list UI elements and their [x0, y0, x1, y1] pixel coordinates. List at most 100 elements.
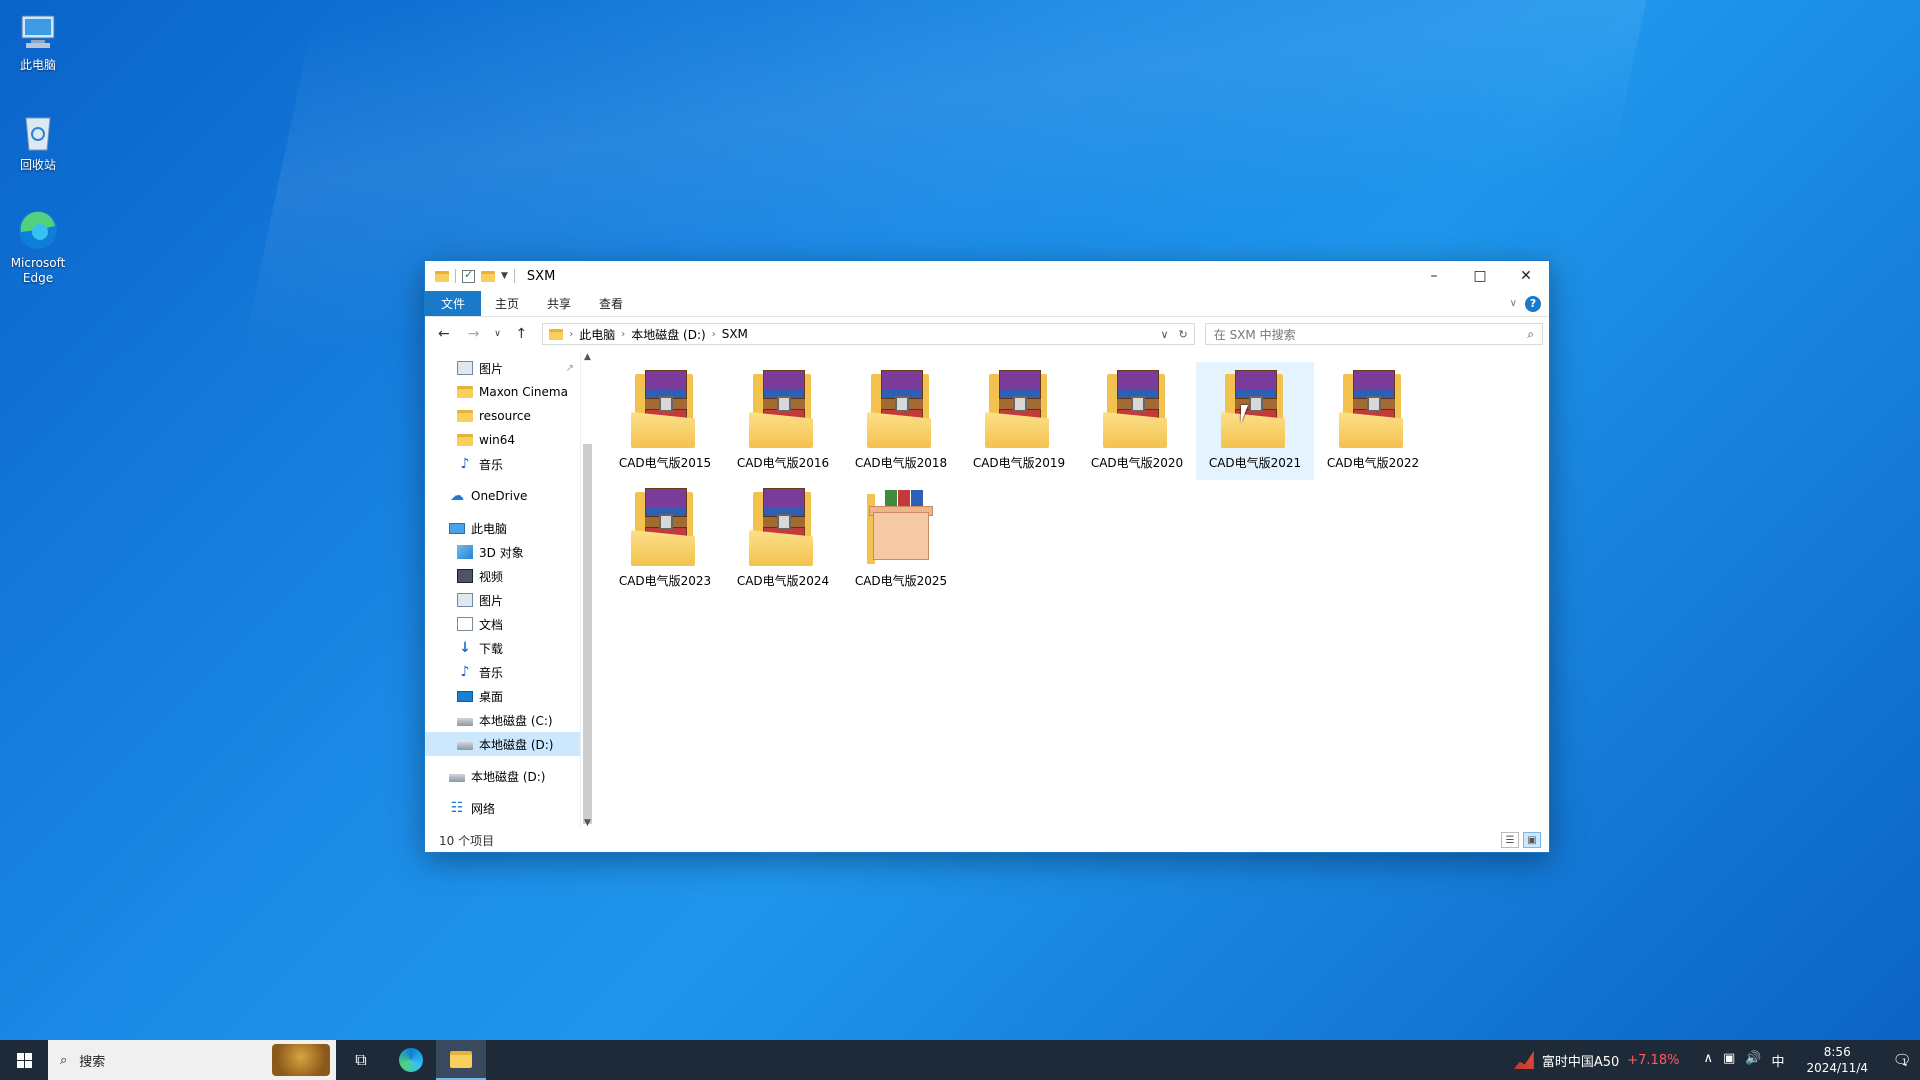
- chevron-right-icon[interactable]: ›: [712, 329, 716, 340]
- close-button[interactable]: ✕: [1503, 261, 1549, 291]
- scrollbar-thumb[interactable]: [583, 444, 592, 824]
- explorer-window: ▼ SXM – □ ✕ 文件 主页 共享 查看 ∨ ? ← → ∨ ↑ › 此电…: [424, 260, 1550, 853]
- nav-item-music[interactable]: ♪ 音乐: [425, 452, 580, 476]
- nav-item-this-pc[interactable]: 此电脑: [425, 516, 580, 540]
- file-item-hovered[interactable]: CAD电气版2021: [1196, 362, 1314, 480]
- stock-change: +7.18%: [1627, 1052, 1680, 1068]
- minimize-button[interactable]: –: [1411, 261, 1457, 291]
- file-item[interactable]: CAD电气版2015: [606, 362, 724, 480]
- breadcrumb-this-pc[interactable]: 此电脑: [579, 326, 615, 343]
- file-item[interactable]: CAD电气版2020: [1078, 362, 1196, 480]
- file-item[interactable]: CAD电气版2025: [842, 480, 960, 598]
- nav-item-drive-d-root[interactable]: 本地磁盘 (D:): [425, 764, 580, 788]
- winrar-archive-folder-icon: [749, 368, 817, 448]
- search-box[interactable]: 在 SXM 中搜索 ⌕: [1204, 323, 1543, 345]
- tab-file[interactable]: 文件: [425, 291, 482, 316]
- nav-scrollbar[interactable]: ▲ ▼: [580, 352, 594, 828]
- nav-item-drive-d[interactable]: 本地磁盘 (D:): [425, 732, 580, 756]
- taskbar-edge-button[interactable]: [386, 1040, 436, 1080]
- file-item[interactable]: CAD电气版2016: [724, 362, 842, 480]
- ime-indicator[interactable]: 中: [1771, 1051, 1784, 1070]
- tab-share[interactable]: 共享: [533, 291, 585, 316]
- breadcrumb-sxm[interactable]: SXM: [722, 327, 748, 341]
- nav-item-videos[interactable]: 视频: [425, 564, 580, 588]
- folder-icon: [549, 328, 564, 340]
- help-button[interactable]: ?: [1525, 295, 1541, 312]
- scroll-up-arrow-icon[interactable]: ▲: [581, 352, 594, 362]
- back-button[interactable]: ←: [431, 326, 457, 342]
- desktop-icon-this-pc[interactable]: 此电脑: [6, 10, 70, 73]
- nav-item-network[interactable]: ☷ 网络: [425, 796, 580, 820]
- recent-locations-chevron-icon[interactable]: ∨: [491, 329, 505, 339]
- file-item[interactable]: CAD电气版2023: [606, 480, 724, 598]
- item-count: 10 个项目: [439, 833, 495, 848]
- volume-icon[interactable]: 🔊: [1745, 1051, 1761, 1070]
- refresh-icon[interactable]: ↻: [1179, 328, 1188, 341]
- taskbar: ⌕ 搜索 ⧉ 富时中国A50 +7.18% ∧ ▣ 🔊 中 8:56 2024/…: [0, 1040, 1920, 1080]
- breadcrumb-drive-d[interactable]: 本地磁盘 (D:): [631, 326, 705, 343]
- taskbar-search-box[interactable]: ⌕ 搜索: [48, 1040, 336, 1080]
- file-name: CAD电气版2020: [1090, 456, 1184, 470]
- tab-home[interactable]: 主页: [481, 291, 533, 316]
- show-hidden-icons-chevron-icon[interactable]: ∧: [1703, 1051, 1713, 1070]
- cloud-icon: ☁: [450, 488, 464, 504]
- large-icons-view-icon[interactable]: ▣: [1523, 832, 1541, 848]
- status-bar: 10 个项目 ☰ ▣: [425, 828, 1549, 852]
- nav-item-pictures-pc[interactable]: 图片: [425, 588, 580, 612]
- tab-view[interactable]: 查看: [585, 291, 637, 316]
- window-title: SXM: [526, 268, 556, 284]
- nav-item-3d-objects[interactable]: 3D 对象: [425, 540, 580, 564]
- scroll-down-arrow-icon[interactable]: ▼: [581, 818, 594, 828]
- file-item[interactable]: CAD电气版2019: [960, 362, 1078, 480]
- nav-label: 图片: [479, 361, 504, 376]
- desktop-icon-recycle-bin[interactable]: 回收站: [6, 110, 70, 173]
- computer-icon: [16, 10, 60, 54]
- nav-item-onedrive[interactable]: ☁ OneDrive: [425, 484, 580, 508]
- file-item[interactable]: CAD电气版2024: [724, 480, 842, 598]
- nav-label: 图片: [479, 593, 504, 608]
- new-folder-icon[interactable]: [481, 270, 495, 282]
- nav-label: 音乐: [479, 457, 504, 472]
- expand-ribbon-chevron-icon[interactable]: ∨: [1510, 298, 1517, 309]
- nav-item-maxon-cinema[interactable]: Maxon Cinema: [425, 380, 580, 404]
- file-list: CAD电气版2015 CAD电气版2016 CAD电气版2018 CAD电气版2…: [594, 352, 1549, 828]
- task-view-button[interactable]: ⧉: [336, 1040, 386, 1080]
- maximize-button[interactable]: □: [1457, 261, 1503, 291]
- customize-toolbar-arrow-icon[interactable]: ▼: [501, 271, 508, 281]
- nav-item-win64[interactable]: win64: [425, 428, 580, 452]
- nav-item-music-pc[interactable]: ♪ 音乐: [425, 660, 580, 684]
- file-name: CAD电气版2025: [854, 574, 948, 588]
- divider: [513, 269, 515, 283]
- forward-button[interactable]: →: [461, 326, 487, 342]
- details-view-icon[interactable]: ☰: [1501, 832, 1519, 848]
- system-tray: 富时中国A50 +7.18% ∧ ▣ 🔊 中 8:56 2024/11/4 🗨 …: [1500, 1040, 1920, 1080]
- desktop-icon-edge[interactable]: Microsoft Edge: [6, 208, 70, 286]
- address-dropdown-chevron-icon[interactable]: ∨: [1160, 328, 1168, 341]
- network-icon[interactable]: ▣: [1723, 1051, 1735, 1070]
- folder-icon: [457, 434, 473, 446]
- window-controls: – □ ✕: [1411, 261, 1549, 291]
- chevron-right-icon[interactable]: ›: [569, 329, 573, 340]
- nav-item-downloads[interactable]: ↓ 下载: [425, 636, 580, 660]
- properties-icon[interactable]: [462, 268, 475, 283]
- nav-item-documents[interactable]: 文档: [425, 612, 580, 636]
- start-button[interactable]: [0, 1040, 48, 1080]
- navigation-pane[interactable]: 图片 ↗ Maxon Cinema resource win64 ♪ 音乐 ☁: [425, 352, 580, 828]
- clock[interactable]: 8:56 2024/11/4: [1794, 1044, 1880, 1076]
- search-input[interactable]: 在 SXM 中搜索: [1214, 326, 1296, 343]
- stock-widget[interactable]: 富时中国A50 +7.18%: [1500, 1051, 1694, 1070]
- pin-icon[interactable]: ↗: [566, 363, 574, 374]
- notification-center-button[interactable]: 🗨 1: [1880, 1051, 1920, 1069]
- address-bar[interactable]: › 此电脑 › 本地磁盘 (D:) › SXM ∨ ↻: [542, 323, 1195, 345]
- file-item[interactable]: CAD电气版2022: [1314, 362, 1432, 480]
- nav-item-desktop[interactable]: 桌面: [425, 684, 580, 708]
- up-button[interactable]: ↑: [508, 326, 534, 342]
- nav-item-pictures[interactable]: 图片 ↗: [425, 356, 580, 380]
- nav-item-resource[interactable]: resource: [425, 404, 580, 428]
- nav-item-drive-c[interactable]: 本地磁盘 (C:): [425, 708, 580, 732]
- taskbar-file-explorer-button[interactable]: [436, 1040, 486, 1080]
- title-bar[interactable]: ▼ SXM – □ ✕: [425, 261, 1549, 291]
- file-item[interactable]: CAD电气版2018: [842, 362, 960, 480]
- search-icon[interactable]: ⌕: [1527, 327, 1534, 342]
- chevron-right-icon[interactable]: ›: [621, 329, 625, 340]
